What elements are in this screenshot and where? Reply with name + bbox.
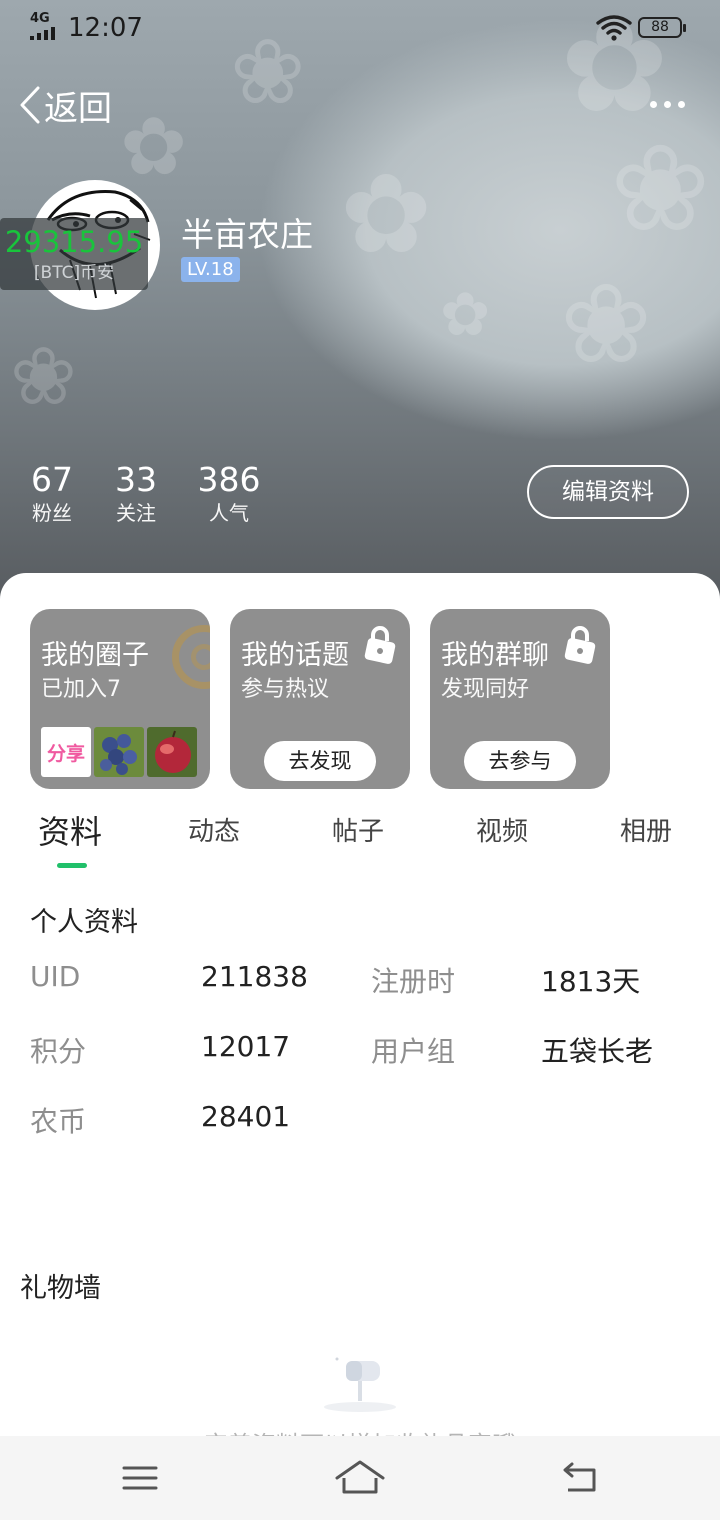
info-value-registered: 1813天 <box>541 965 641 998</box>
personal-info-title: 个人资料 <box>30 907 138 938</box>
flower-decoration: ❀ <box>610 120 711 259</box>
card-title: 我的圈子 <box>41 640 149 671</box>
flower-decoration: ❀ <box>10 330 78 423</box>
card-title: 我的话题 <box>241 640 349 671</box>
home-icon[interactable] <box>334 1458 386 1498</box>
circle-thumb-share[interactable]: 分享 <box>41 727 91 777</box>
discover-button[interactable]: 去发现 <box>264 741 376 781</box>
card-subtitle: 已加入7 <box>41 677 121 702</box>
info-value-points: 12017 <box>201 1030 291 1063</box>
card-my-topics[interactable]: 我的话题 参与热议 去发现 <box>230 609 410 789</box>
info-key-coins: 农币 <box>30 1105 87 1138</box>
stat-popularity[interactable]: 386 人气 <box>196 460 262 526</box>
blueberry-image <box>94 727 144 777</box>
stat-value: 67 <box>31 460 73 499</box>
profile-tabs: 资料 动态 帖子 视频 相册 <box>0 803 720 873</box>
tab-profile[interactable]: 资料 <box>38 807 102 853</box>
network-type: 4G <box>30 11 50 26</box>
back-nav-icon[interactable] <box>560 1458 600 1498</box>
info-key-uid: UID <box>30 960 81 993</box>
flower-decoration: ❀ <box>560 260 653 388</box>
tab-activity[interactable]: 动态 <box>188 811 240 848</box>
gift-wall-title: 礼物墙 <box>20 1273 101 1304</box>
system-navigation-bar <box>0 1436 720 1520</box>
stat-following[interactable]: 33 关注 <box>113 460 159 526</box>
active-tab-indicator <box>57 863 87 868</box>
card-subtitle: 参与热议 <box>241 677 330 702</box>
level-badge: LV.18 <box>181 257 240 282</box>
join-button[interactable]: 去参与 <box>464 741 576 781</box>
info-value-uid: 211838 <box>201 960 308 993</box>
more-icon[interactable] <box>650 92 694 116</box>
tab-album[interactable]: 相册 <box>620 811 672 848</box>
stat-label: 粉丝 <box>32 501 72 525</box>
menu-icon[interactable] <box>122 1458 158 1498</box>
info-value-coins: 28401 <box>201 1100 291 1133</box>
stat-label: 人气 <box>209 501 249 525</box>
circle-thumb-blueberries[interactable] <box>94 727 144 777</box>
thumb-label: 分享 <box>46 742 85 765</box>
tab-posts[interactable]: 帖子 <box>332 811 384 848</box>
btc-price-ticker: 29315.95 [BTC]币安 <box>0 218 148 290</box>
stat-label: 关注 <box>116 501 156 525</box>
card-subtitle: 发现同好 <box>441 677 530 702</box>
status-bar: 4G 12:07 88 <box>0 0 720 58</box>
stat-value: 386 <box>197 460 261 499</box>
mailbox-icon <box>324 1357 396 1412</box>
card-my-group-chats[interactable]: 我的群聊 发现同好 去参与 <box>430 609 610 789</box>
battery-icon: 88 <box>638 17 686 38</box>
status-time: 12:07 <box>68 13 143 43</box>
info-key-user-group: 用户组 <box>371 1035 456 1068</box>
tab-videos[interactable]: 视频 <box>476 811 528 848</box>
edit-profile-button[interactable]: 编辑资料 <box>527 465 689 519</box>
circle-thumb-fruit[interactable] <box>147 727 197 777</box>
ticker-price: 29315.95 <box>4 225 144 259</box>
flower-decoration: ✿ <box>440 280 491 350</box>
back-label: 返回 <box>44 88 112 129</box>
signal-icon <box>30 27 55 40</box>
nickname: 半亩农庄 <box>181 215 313 254</box>
info-key-registered: 注册时 <box>371 965 456 998</box>
circle-thumbnails: 分享 <box>41 727 197 777</box>
card-my-circles[interactable]: 我的圈子 已加入7 分享 <box>30 609 210 789</box>
lock-icon <box>364 626 396 664</box>
flower-decoration: ✿ <box>120 100 188 193</box>
ticker-pair: [BTC]币安 <box>33 263 115 283</box>
profile-content-sheet: 我的圈子 已加入7 分享 我的话题 参与热议 去发现 我的群聊 发现同好 去参与… <box>0 573 720 1459</box>
circle-logo-icon <box>172 625 210 689</box>
card-title: 我的群聊 <box>441 640 549 671</box>
lock-icon <box>564 626 596 664</box>
info-key-points: 积分 <box>30 1035 87 1068</box>
info-value-user-group: 五袋长老 <box>541 1035 654 1068</box>
flower-decoration: ✿ <box>340 150 433 278</box>
back-button[interactable]: 返回 <box>18 82 112 129</box>
stat-fans[interactable]: 67 粉丝 <box>30 460 74 526</box>
stat-value: 33 <box>115 460 157 499</box>
wifi-icon <box>596 15 632 41</box>
chevron-left-icon <box>20 86 40 124</box>
fruit-image <box>147 727 197 777</box>
